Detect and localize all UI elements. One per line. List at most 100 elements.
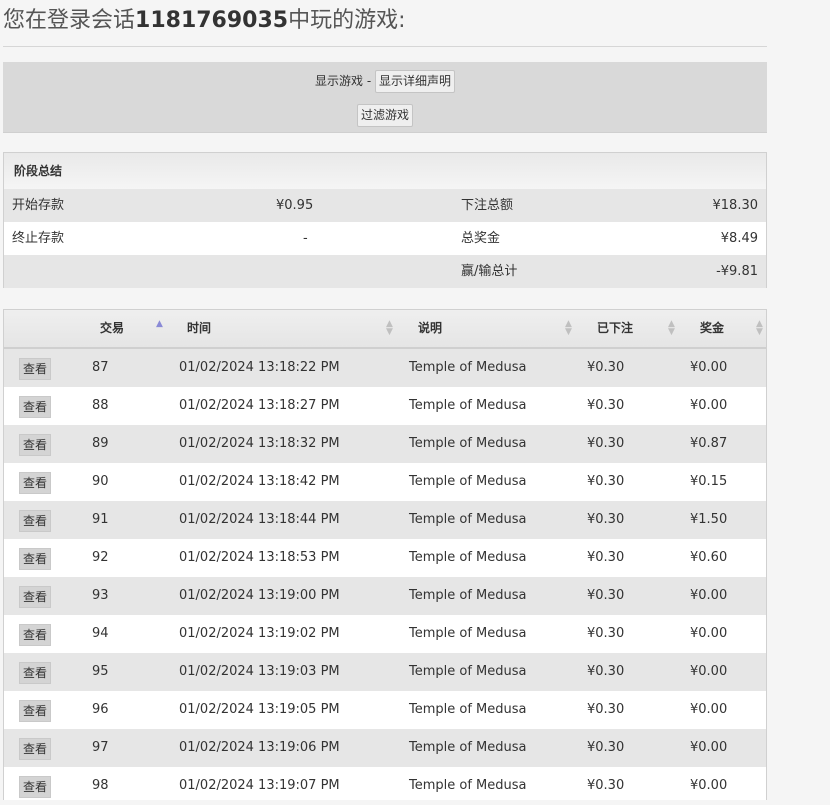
table-body: 查看 87 01/02/2024 13:18:22 PM Temple of Medu… [4, 349, 766, 805]
summary-row: 赢/输总计 -¥9.81 [4, 255, 766, 288]
win-amount: ¥0.00 [690, 360, 728, 375]
game-time: 01/02/2024 13:18:22 PM [179, 360, 340, 375]
summary-right-value: ¥8.49 [720, 231, 758, 246]
show-details-button[interactable]: 显示详细声明 [374, 70, 455, 93]
title-suffix: 中玩的游戏: [288, 8, 406, 33]
bet-amount: ¥0.30 [587, 474, 625, 489]
bet-amount: ¥0.30 [587, 588, 625, 603]
column-header-time[interactable]: 时间 [187, 310, 211, 347]
sort-icon[interactable]: ▲ ▼ [386, 320, 393, 337]
transaction-id: 92 [92, 550, 109, 565]
summary-title: 阶段总结 [4, 153, 766, 189]
sort-ascending-icon[interactable]: ▲ [156, 320, 163, 329]
table-row: 查看 94 01/02/2024 13:19:02 PM Temple of Medu… [4, 615, 766, 653]
transaction-id: 94 [92, 626, 109, 641]
view-button[interactable]: 查看 [19, 358, 52, 380]
table-row: 查看 97 01/02/2024 13:19:06 PM Temple of Medu… [4, 729, 766, 767]
table-row: 查看 92 01/02/2024 13:18:53 PM Temple of Medu… [4, 539, 766, 577]
sort-icon[interactable]: ▲ ▼ [756, 320, 763, 337]
view-button[interactable]: 查看 [19, 434, 52, 456]
transaction-id: 91 [92, 512, 109, 527]
transaction-id: 87 [92, 360, 109, 375]
sort-icon[interactable]: ▲ ▼ [565, 320, 572, 337]
game-time: 01/02/2024 13:19:03 PM [179, 664, 340, 679]
win-amount: ¥0.15 [690, 474, 728, 489]
game-description: Temple of Medusa [409, 550, 527, 565]
view-button[interactable]: 查看 [19, 738, 52, 760]
view-button[interactable]: 查看 [19, 396, 52, 418]
summary-left-label: 终止存款 [12, 231, 65, 246]
bet-amount: ¥0.30 [587, 398, 625, 413]
summary-right-value: -¥9.81 [716, 264, 758, 279]
transaction-id: 95 [92, 664, 109, 679]
game-controls-panel: 显示游戏 - 显示详细声明 过滤游戏 [3, 62, 767, 133]
summary-left-value: ¥0.95 [276, 198, 314, 213]
table-row: 查看 91 01/02/2024 13:18:44 PM Temple of Medu… [4, 501, 766, 539]
summary-row: 终止存款 - 总奖金 ¥8.49 [4, 222, 766, 255]
game-description: Temple of Medusa [409, 360, 527, 375]
game-description: Temple of Medusa [409, 398, 527, 413]
game-description: Temple of Medusa [409, 512, 527, 527]
view-button[interactable]: 查看 [19, 700, 52, 722]
bet-amount: ¥0.30 [587, 778, 625, 793]
view-button[interactable]: 查看 [19, 624, 52, 646]
bet-amount: ¥0.30 [587, 436, 625, 451]
game-time: 01/02/2024 13:19:05 PM [179, 702, 340, 717]
game-time: 01/02/2024 13:18:32 PM [179, 436, 340, 451]
bet-amount: ¥0.30 [587, 702, 625, 717]
win-amount: ¥0.00 [690, 626, 728, 641]
show-games-label: 显示游戏 - [315, 74, 375, 88]
view-button[interactable]: 查看 [19, 472, 52, 494]
page-title: 您在登录会话1181769035中玩的游戏: [3, 6, 767, 47]
table-row: 查看 88 01/02/2024 13:18:27 PM Temple of Medu… [4, 387, 766, 425]
table-header: 交易 ▲ 时间 ▲ ▼ 说明 ▲ ▼ 已下注 ▲ ▼ 奖金 ▲ ▼ [4, 310, 766, 349]
win-amount: ¥0.00 [690, 664, 728, 679]
bet-amount: ¥0.30 [587, 740, 625, 755]
bet-amount: ¥0.30 [587, 664, 625, 679]
column-header-description[interactable]: 说明 [418, 310, 442, 347]
win-amount: ¥0.00 [690, 588, 728, 603]
game-description: Temple of Medusa [409, 626, 527, 641]
game-time: 01/02/2024 13:19:02 PM [179, 626, 340, 641]
table-row: 查看 96 01/02/2024 13:19:05 PM Temple of Medu… [4, 691, 766, 729]
title-prefix: 您在登录会话 [3, 8, 136, 33]
summary-row: 开始存款 ¥0.95 下注总额 ¥18.30 [4, 189, 766, 222]
transaction-id: 89 [92, 436, 109, 451]
summary-left-value: - [303, 231, 308, 246]
game-time: 01/02/2024 13:19:06 PM [179, 740, 340, 755]
view-button[interactable]: 查看 [19, 776, 52, 798]
view-button[interactable]: 查看 [19, 586, 52, 608]
column-header-winnings[interactable]: 奖金 [700, 310, 724, 347]
summary-left-label: 开始存款 [12, 198, 65, 213]
win-amount: ¥0.00 [690, 740, 728, 755]
table-row: 查看 89 01/02/2024 13:18:32 PM Temple of Medu… [4, 425, 766, 463]
column-header-transaction[interactable]: 交易 [100, 310, 124, 347]
bet-amount: ¥0.30 [587, 512, 625, 527]
period-summary: 阶段总结 开始存款 ¥0.95 下注总额 ¥18.30 终止存款 - 总奖金 ¥… [3, 152, 767, 288]
game-time: 01/02/2024 13:19:00 PM [179, 588, 340, 603]
view-button[interactable]: 查看 [19, 548, 52, 570]
game-description: Temple of Medusa [409, 588, 527, 603]
transaction-id: 96 [92, 702, 109, 717]
transaction-id: 93 [92, 588, 109, 603]
transaction-id: 97 [92, 740, 109, 755]
win-amount: ¥0.00 [690, 702, 728, 717]
win-amount: ¥0.87 [690, 436, 728, 451]
view-button[interactable]: 查看 [19, 510, 52, 532]
game-description: Temple of Medusa [409, 740, 527, 755]
column-header-bet[interactable]: 已下注 [597, 310, 633, 347]
game-description: Temple of Medusa [409, 474, 527, 489]
table-row: 查看 95 01/02/2024 13:19:03 PM Temple of Medu… [4, 653, 766, 691]
summary-right-value: ¥18.30 [712, 198, 759, 213]
win-amount: ¥1.50 [690, 512, 728, 527]
sort-icon[interactable]: ▲ ▼ [668, 320, 675, 337]
win-amount: ¥0.00 [690, 398, 728, 413]
table-row: 查看 90 01/02/2024 13:18:42 PM Temple of Medu… [4, 463, 766, 501]
filter-games-button[interactable]: 过滤游戏 [356, 104, 413, 127]
transaction-id: 90 [92, 474, 109, 489]
table-row: 查看 93 01/02/2024 13:19:00 PM Temple of Medu… [4, 577, 766, 615]
game-time: 01/02/2024 13:18:44 PM [179, 512, 340, 527]
bet-amount: ¥0.30 [587, 550, 625, 565]
game-time: 01/02/2024 13:18:27 PM [179, 398, 340, 413]
view-button[interactable]: 查看 [19, 662, 52, 684]
